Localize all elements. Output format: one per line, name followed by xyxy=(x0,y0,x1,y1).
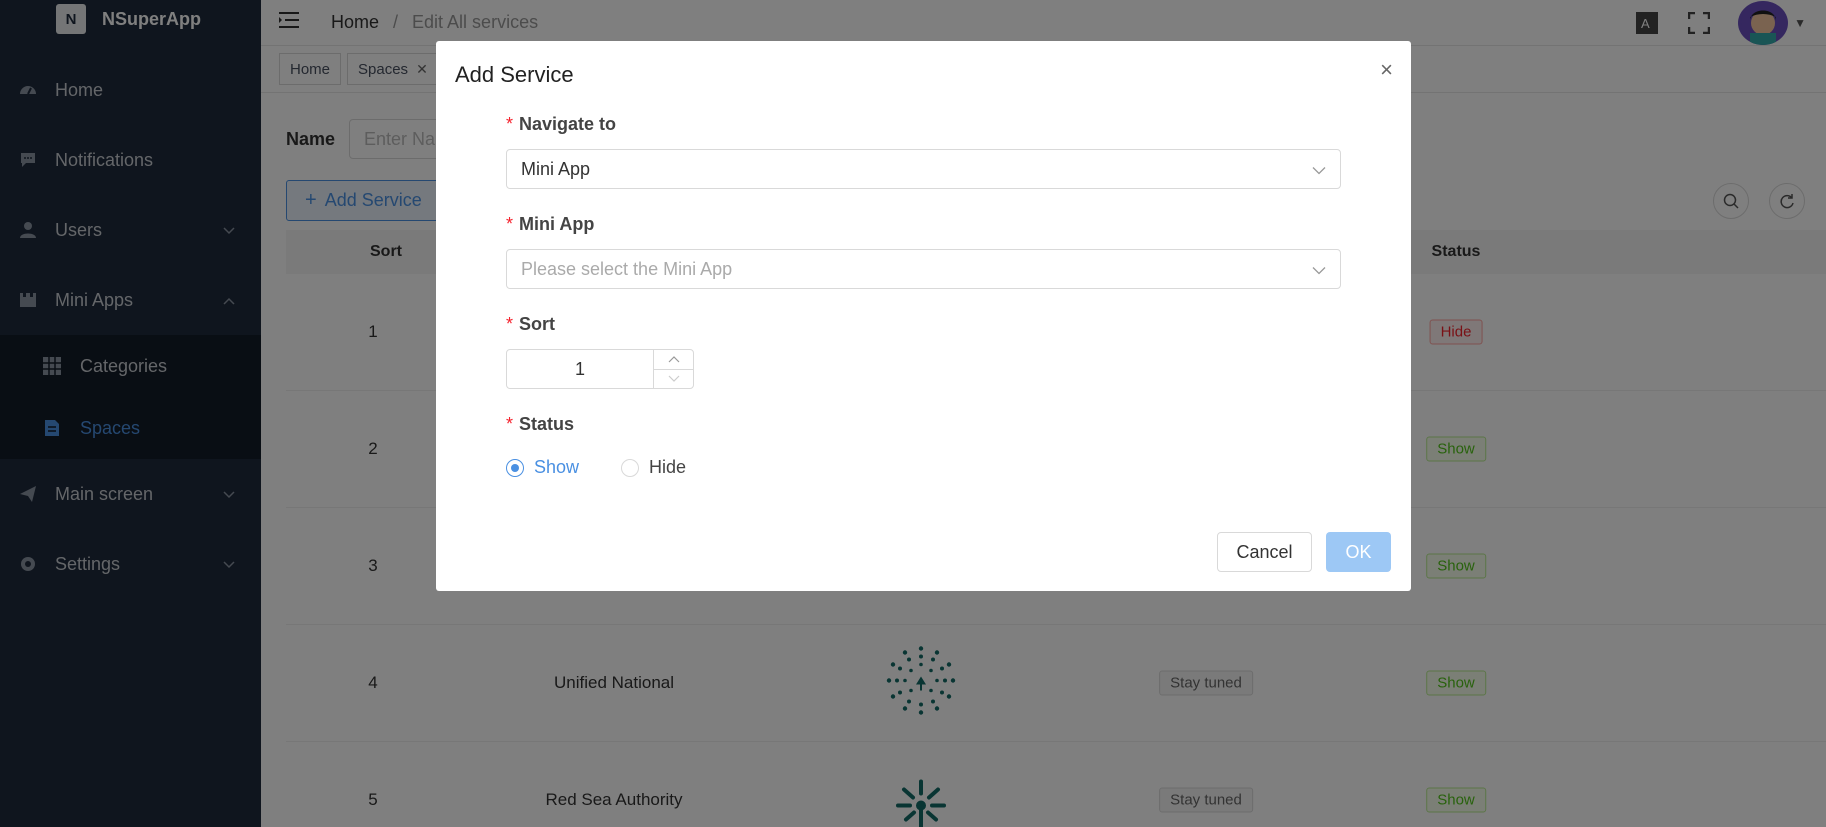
label-text: Sort xyxy=(519,314,556,334)
radio-label: Hide xyxy=(649,457,687,477)
required-mark: * xyxy=(506,214,514,234)
sort-label: * Sort xyxy=(506,314,555,335)
sort-value[interactable]: 1 xyxy=(507,359,653,380)
radio-label: Show xyxy=(534,457,580,477)
close-icon[interactable]: × xyxy=(1380,57,1393,83)
navigate-to-label: * Navigate to xyxy=(506,114,616,135)
label-text: Mini App xyxy=(519,214,595,234)
status-option-hide[interactable]: Hide xyxy=(621,457,686,478)
status-radio-group: Show Hide xyxy=(506,457,728,478)
status-label: * Status xyxy=(506,414,574,435)
mini-app-select[interactable]: Please select the Mini App xyxy=(506,249,1341,289)
radio-unchecked[interactable] xyxy=(621,458,640,477)
chevron-down-icon xyxy=(668,375,679,383)
ok-button[interactable]: OK xyxy=(1326,532,1391,572)
navigate-to-select[interactable]: Mini App xyxy=(506,149,1341,189)
select-value: Mini App xyxy=(521,158,591,179)
sort-stepper[interactable]: 1 xyxy=(506,349,694,389)
increment-button[interactable] xyxy=(654,350,693,370)
add-service-modal: Add Service × * Navigate to Mini App * Min… xyxy=(436,41,1411,591)
chevron-down-icon xyxy=(1312,159,1326,180)
stepper-controls xyxy=(653,350,693,388)
chevron-down-icon xyxy=(1312,259,1326,280)
radio-checked[interactable] xyxy=(506,458,524,477)
decrement-button[interactable] xyxy=(654,370,693,389)
cancel-button[interactable]: Cancel xyxy=(1217,532,1312,572)
mini-app-label: * Mini App xyxy=(506,214,594,235)
modal-title: Add Service xyxy=(455,62,574,87)
select-placeholder: Please select the Mini App xyxy=(521,258,733,279)
chevron-up-icon xyxy=(668,355,679,363)
required-mark: * xyxy=(506,114,514,134)
label-text: Status xyxy=(519,414,575,434)
required-mark: * xyxy=(506,314,514,334)
status-option-show[interactable]: Show xyxy=(506,457,579,478)
required-mark: * xyxy=(506,414,514,434)
label-text: Navigate to xyxy=(519,114,617,134)
